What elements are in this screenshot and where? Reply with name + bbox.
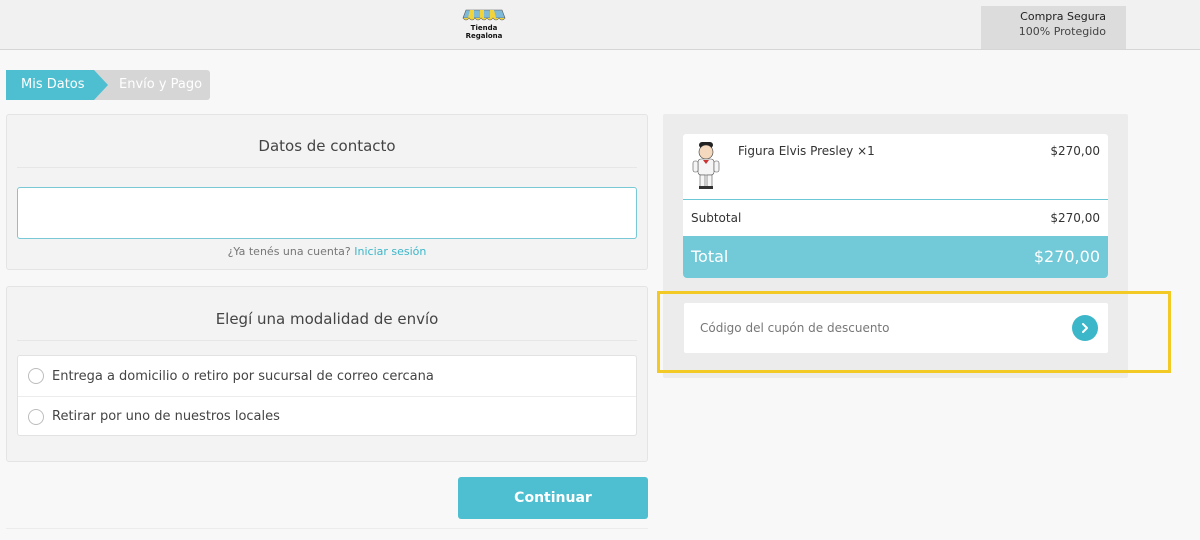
divider [17,167,637,168]
shipping-option-delivery[interactable]: Entrega a domicilio o retiro por sucursa… [18,356,636,396]
chevron-right-icon [1082,323,1088,333]
contact-panel: Datos de contacto ¿Ya tenés una cuenta? … [6,114,648,270]
account-question: ¿Ya tenés una cuenta? [227,245,351,258]
product-thumbnail [692,142,720,189]
logo-line-2: Regalona [465,32,503,40]
awning-icon [462,9,506,21]
contact-title: Datos de contacto [258,137,396,155]
coupon-box [684,303,1108,353]
logo-text: Tienda Regalona [462,24,506,40]
total-label: Total [691,247,729,266]
product-price: $270,00 [1050,144,1100,158]
step-my-data[interactable]: Mis Datos [6,70,108,100]
divider [17,340,637,341]
login-prompt: ¿Ya tenés una cuenta? Iniciar sesión [7,245,647,258]
shipping-panel: Elegí una modalidad de envío Entrega a d… [6,286,648,462]
option-label: Retirar por uno de nuestros locales [52,409,280,424]
email-field[interactable] [17,187,637,239]
checkout-steps: Envío y Pago Mis Datos [6,70,211,100]
radio-button[interactable] [28,408,44,425]
cart-item: Figura Elvis Presley ×1 $270,00 [683,134,1108,200]
login-link[interactable]: Iniciar sesión [354,245,426,258]
total-row: Total $270,00 [683,236,1108,278]
store-logo[interactable]: Tienda Regalona [462,6,506,40]
total-value: $270,00 [1033,247,1100,266]
option-label: Entrega a domicilio o retiro por sucursa… [52,368,434,384]
subtotal-row: Subtotal $270,00 [683,201,1108,236]
radio-button[interactable] [28,368,44,384]
continue-button[interactable]: Continuar [458,477,648,519]
product-name: Figura Elvis Presley ×1 [738,144,875,158]
top-header: Tienda Regalona Compra Segura 100% Prote… [0,0,1200,50]
shipping-title: Elegí una modalidad de envío [215,310,439,328]
subtotal-value: $270,00 [1050,211,1100,225]
secure-purchase-badge: Compra Segura 100% Protegido [981,6,1126,49]
secure-title: Compra Segura [1020,10,1106,23]
divider [6,528,648,529]
coupon-input[interactable] [684,303,1054,353]
subtotal-label: Subtotal [691,211,742,225]
logo-line-1: Tienda [470,24,498,32]
apply-coupon-button[interactable] [1072,315,1098,341]
shipping-options: Entrega a domicilio o retiro por sucursa… [17,355,637,436]
step-shipping-payment[interactable]: Envío y Pago [90,70,210,100]
secure-subtitle: 100% Protegido [1018,25,1106,38]
shipping-option-pickup[interactable]: Retirar por uno de nuestros locales [18,396,636,436]
cart-box: Figura Elvis Presley ×1 $270,00 Subtotal… [683,134,1108,278]
